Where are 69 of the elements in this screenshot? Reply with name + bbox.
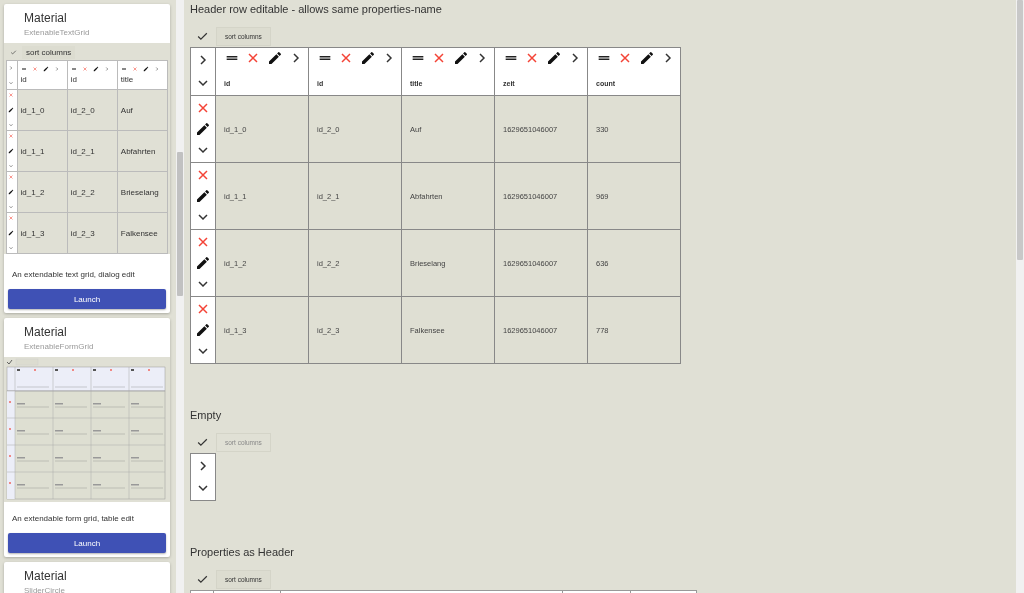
chevron-down-icon <box>8 79 14 86</box>
check-icon[interactable] <box>196 436 209 449</box>
card-subtitle: ExtenableFormGrid <box>24 342 95 351</box>
chevron-right-icon <box>153 66 160 72</box>
pencil-icon[interactable] <box>266 49 283 66</box>
drag-handle-icon <box>70 66 77 72</box>
pencil-icon[interactable] <box>452 49 469 66</box>
check-icon[interactable] <box>196 30 209 43</box>
table-cell: id_2_2 <box>70 187 95 197</box>
scrollbar-thumb[interactable] <box>1017 0 1023 260</box>
pencil-icon <box>92 66 99 72</box>
card-subtitle: SliderCircle <box>24 586 66 593</box>
pencil-icon <box>8 148 14 154</box>
card-subtitle: ExtenableTextGrid <box>24 28 91 37</box>
card-title: Material <box>24 569 68 583</box>
table-cell: id_2_0 <box>70 105 95 115</box>
pencil-icon[interactable] <box>545 49 562 66</box>
table-cell: id_1_2 <box>20 187 45 197</box>
section-title: Properties as Header <box>190 545 295 560</box>
launch-button[interactable]: Launch <box>8 289 166 309</box>
pencil-icon[interactable] <box>195 121 211 137</box>
table-cell: Falkensee <box>120 228 158 238</box>
chevron-right-icon <box>103 66 110 72</box>
close-icon <box>81 66 88 72</box>
launch-button[interactable]: Launch <box>8 533 166 553</box>
chevron-down-icon <box>8 122 14 128</box>
pencil-icon <box>42 66 49 72</box>
chevron-right-icon <box>8 64 14 71</box>
drag-handle-icon <box>20 66 27 72</box>
column-header: id <box>70 75 77 84</box>
close-icon <box>8 133 14 139</box>
close-icon <box>8 174 14 180</box>
pencil-icon[interactable] <box>195 255 211 271</box>
close-icon <box>8 92 14 98</box>
card-description: An extendable form grid, table edit <box>11 513 135 525</box>
column-header: id <box>20 75 27 84</box>
pencil-icon <box>142 66 149 72</box>
close-icon <box>31 66 38 72</box>
check-icon[interactable] <box>196 573 209 586</box>
section-title: Header row editable - allows same properties-name <box>190 2 443 17</box>
table-cell: Brieselang <box>120 187 159 197</box>
pencil-icon[interactable] <box>359 49 376 66</box>
card-description: An extendable text grid, dialog edit <box>11 269 136 281</box>
table-cell: id_1_3 <box>20 228 45 238</box>
table-cell: id_2_3 <box>70 228 95 238</box>
column-header: title <box>120 75 134 84</box>
close-icon <box>131 66 138 72</box>
section-title: Empty <box>190 408 223 423</box>
table-cell: id_1_1 <box>20 146 45 156</box>
chevron-right-icon <box>53 66 60 72</box>
chevron-down-icon <box>8 204 14 210</box>
pencil-icon[interactable] <box>638 49 655 66</box>
card-title: Material <box>24 11 68 25</box>
table-cell: id_1_0 <box>20 105 45 115</box>
pencil-icon <box>8 107 14 113</box>
drag-handle-icon <box>120 66 127 72</box>
pencil-icon <box>8 230 14 236</box>
scrollbar-thumb[interactable] <box>177 152 183 296</box>
chevron-down-icon <box>8 163 14 169</box>
table-cell: id_2_1 <box>70 146 95 156</box>
card-title: Material <box>24 325 68 339</box>
chevron-down-icon <box>8 245 14 251</box>
pencil-icon[interactable] <box>195 188 211 204</box>
table-cell: Auf <box>120 105 133 115</box>
pencil-icon[interactable] <box>195 322 211 338</box>
table-cell: Abfahrten <box>120 146 156 156</box>
close-icon <box>8 215 14 221</box>
pencil-icon <box>8 189 14 195</box>
check-icon <box>10 49 17 56</box>
